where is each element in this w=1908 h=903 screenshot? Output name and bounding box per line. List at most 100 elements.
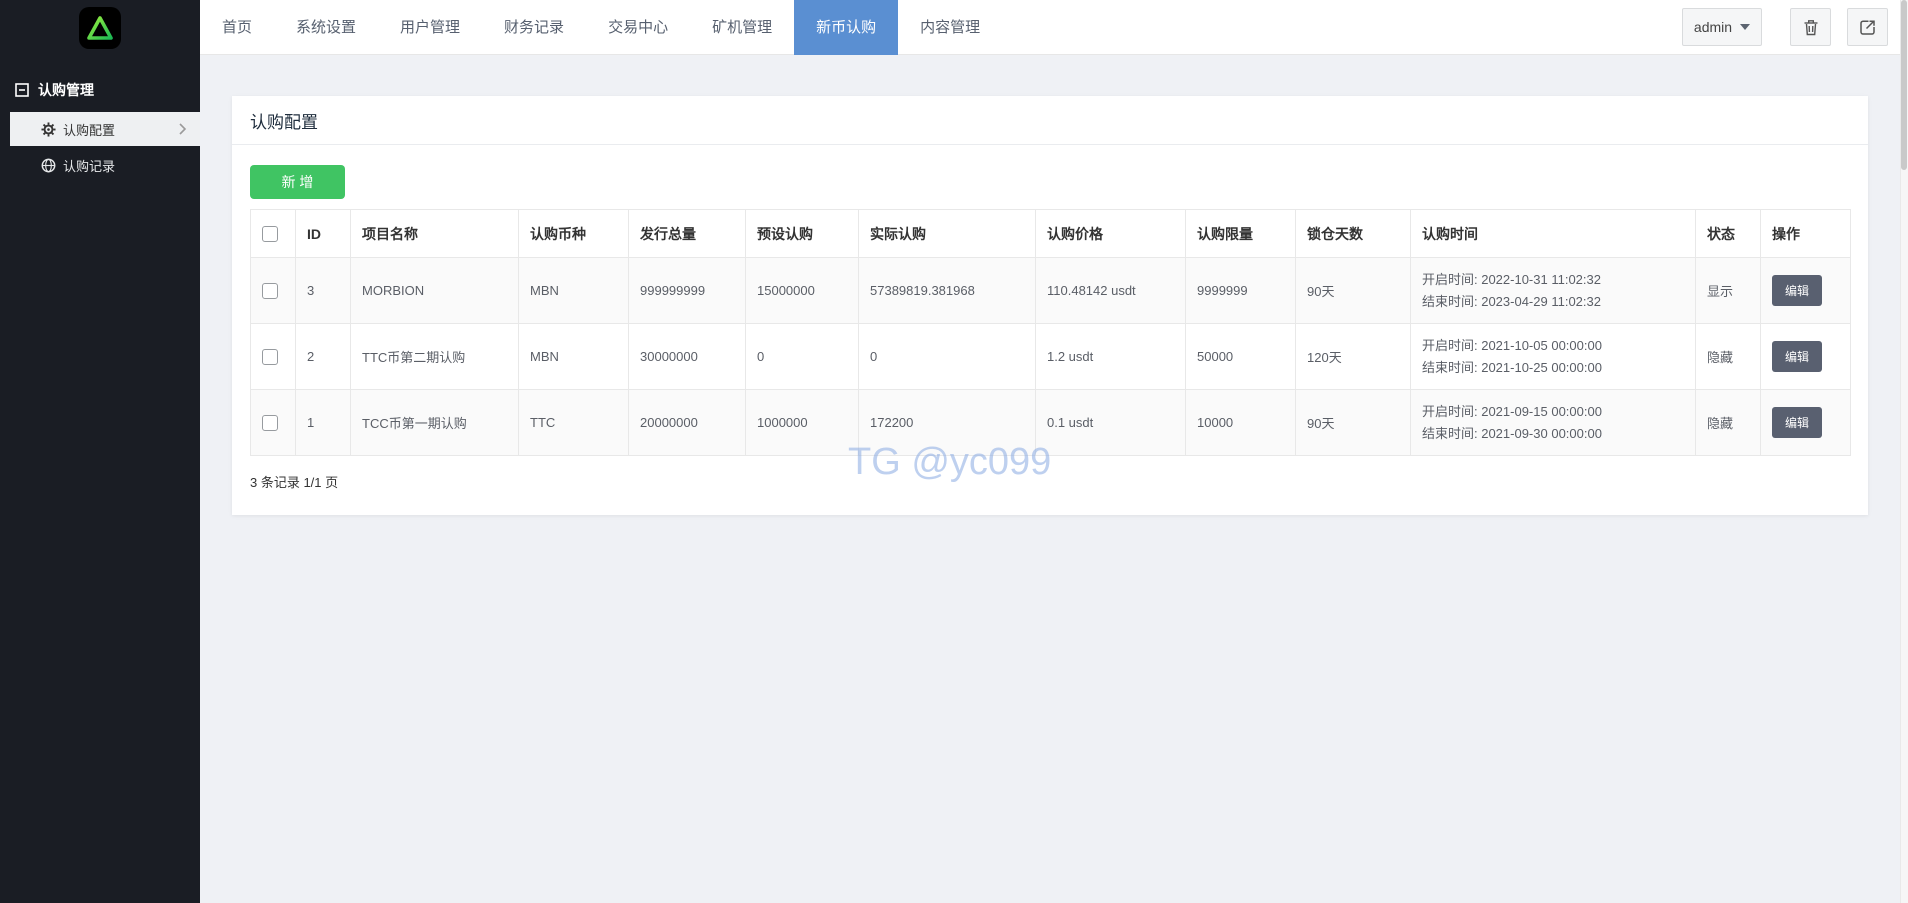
sidebar-item-label: 认购记录 [63,158,116,174]
cell-id: 3 [295,257,351,324]
cell-actual: 172200 [858,389,1036,456]
cell-preset: 15000000 [745,257,859,324]
nav-tab-new-coin-subscription[interactable]: 新币认购 [794,0,899,55]
table-row: 1 TCC币第一期认购 TTC 20000000 1000000 172200 … [250,389,1851,456]
col-header-preset: 预设认购 [745,209,859,258]
globe-icon [41,158,56,172]
col-header-actual: 实际认购 [858,209,1036,258]
col-header-time: 认购时间 [1410,209,1696,258]
cell-id: 2 [295,323,351,390]
subscribe-config-card: 认购配置 新 增 ID 项目名称 认购币种 发行总量 预设认购 实际认购 认购价… [232,96,1868,515]
edit-button[interactable]: 编辑 [1772,341,1823,372]
nav-tab-content-management[interactable]: 内容管理 [898,0,1002,55]
clear-cache-button[interactable] [1790,8,1831,46]
cell-limit: 9999999 [1185,257,1296,324]
cell-price: 0.1 usdt [1035,389,1186,456]
cell-price: 110.48142 usdt [1035,257,1186,324]
col-header-status: 状态 [1695,209,1761,258]
col-header-limit: 认购限量 [1185,209,1296,258]
cell-preset: 0 [745,323,859,390]
nav-tab-system-settings[interactable]: 系统设置 [274,0,378,55]
edit-button[interactable]: 编辑 [1772,407,1823,438]
cell-status: 隐藏 [1695,323,1761,390]
top-navbar: 首页 系统设置 用户管理 财务记录 交易中心 矿机管理 新币认购 内容管理 ad… [200,0,1908,55]
cell-price: 1.2 usdt [1035,323,1186,390]
cell-status: 显示 [1695,257,1761,324]
topbar-right-controls: admin [1682,8,1888,46]
cell-preset: 1000000 [745,389,859,456]
time-start: 开启时间: 2021-10-05 00:00:00 [1422,337,1602,353]
cell-time: 开启时间: 2021-09-15 00:00:00 结束时间: 2021-09-… [1410,389,1696,456]
cell-time: 开启时间: 2021-10-05 00:00:00 结束时间: 2021-10-… [1410,323,1696,390]
cell-total: 20000000 [628,389,746,456]
col-header-total: 发行总量 [628,209,746,258]
sidebar-item-subscribe-records[interactable]: 认购记录 [10,148,200,182]
row-checkbox[interactable] [262,348,278,365]
time-end: 结束时间: 2021-09-30 00:00:00 [1422,425,1602,441]
sidebar: 认购管理 认购配置 认购记录 [0,0,200,903]
col-header-price: 认购价格 [1035,209,1186,258]
nav-tab-user-management[interactable]: 用户管理 [378,0,482,55]
table-row: 2 TTC币第二期认购 MBN 30000000 0 0 1.2 usdt 50… [250,323,1851,390]
sidebar-item-subscribe-config[interactable]: 认购配置 [10,112,200,146]
sidebar-section-header[interactable]: 认购管理 [0,78,200,102]
nav-tab-home[interactable]: 首页 [200,0,274,55]
cell-lock-days: 90天 [1295,389,1411,456]
cell-lock-days: 90天 [1295,257,1411,324]
logo-a-icon [87,16,113,40]
sidebar-item-label: 认购配置 [63,122,116,138]
card-divider [232,144,1868,145]
col-header-lock-days: 锁仓天数 [1295,209,1411,258]
cell-coin: MBN [518,257,629,324]
nav-tab-miner-management[interactable]: 矿机管理 [690,0,794,55]
cell-id: 1 [295,389,351,456]
cell-actual: 0 [858,323,1036,390]
trash-icon [1804,19,1817,35]
row-checkbox[interactable] [262,282,278,299]
cell-actual: 57389819.381968 [858,257,1036,324]
admin-username: admin [1693,19,1733,35]
scrollbar-track[interactable] [1900,0,1908,903]
scrollbar-thumb[interactable] [1901,0,1907,170]
select-all-checkbox[interactable] [262,226,278,243]
col-header-coin: 认购币种 [518,209,629,258]
chevron-right-icon [179,123,187,135]
cell-status: 隐藏 [1695,389,1761,456]
caret-down-icon [1740,24,1751,30]
record-count: 3 条记录 1/1 页 [250,475,339,490]
time-end: 结束时间: 2021-10-25 00:00:00 [1422,359,1602,375]
app-logo[interactable] [79,7,121,49]
gear-icon [41,121,56,137]
table-header-row: ID 项目名称 认购币种 发行总量 预设认购 实际认购 认购价格 认购限量 锁仓… [250,209,1851,258]
admin-dropdown-button[interactable]: admin [1682,8,1762,46]
col-header-project: 项目名称 [350,209,519,258]
time-end: 结束时间: 2023-04-29 11:02:32 [1422,293,1601,309]
cell-coin: MBN [518,323,629,390]
cell-limit: 10000 [1185,389,1296,456]
logout-button[interactable] [1847,8,1888,46]
logout-icon [1860,19,1875,35]
page-title: 认购配置 [250,113,318,132]
time-start: 开启时间: 2021-09-15 00:00:00 [1422,403,1602,419]
nav-tab-trade-center[interactable]: 交易中心 [586,0,690,55]
add-button[interactable]: 新 增 [250,165,345,199]
cell-limit: 50000 [1185,323,1296,390]
cell-project: TTC币第二期认购 [350,323,519,390]
time-start: 开启时间: 2022-10-31 11:02:32 [1422,271,1601,287]
col-header-action: 操作 [1760,209,1851,258]
cell-coin: TTC [518,389,629,456]
row-checkbox[interactable] [262,414,278,431]
cell-lock-days: 120天 [1295,323,1411,390]
table-row: 3 MORBION MBN 999999999 15000000 5738981… [250,257,1851,324]
nav-tab-finance-records[interactable]: 财务记录 [482,0,586,55]
cell-total: 30000000 [628,323,746,390]
col-header-id: ID [295,209,351,258]
cell-project: MORBION [350,257,519,324]
nav-tabs: 首页 系统设置 用户管理 财务记录 交易中心 矿机管理 新币认购 内容管理 [200,0,1002,55]
edit-button[interactable]: 编辑 [1772,275,1823,306]
cell-total: 999999999 [628,257,746,324]
sidebar-section-label: 认购管理 [38,82,94,98]
collapse-minus-icon [15,83,29,97]
cell-time: 开启时间: 2022-10-31 11:02:32 结束时间: 2023-04-… [1410,257,1696,324]
subscription-table: ID 项目名称 认购币种 发行总量 预设认购 实际认购 认购价格 认购限量 锁仓… [250,209,1851,456]
